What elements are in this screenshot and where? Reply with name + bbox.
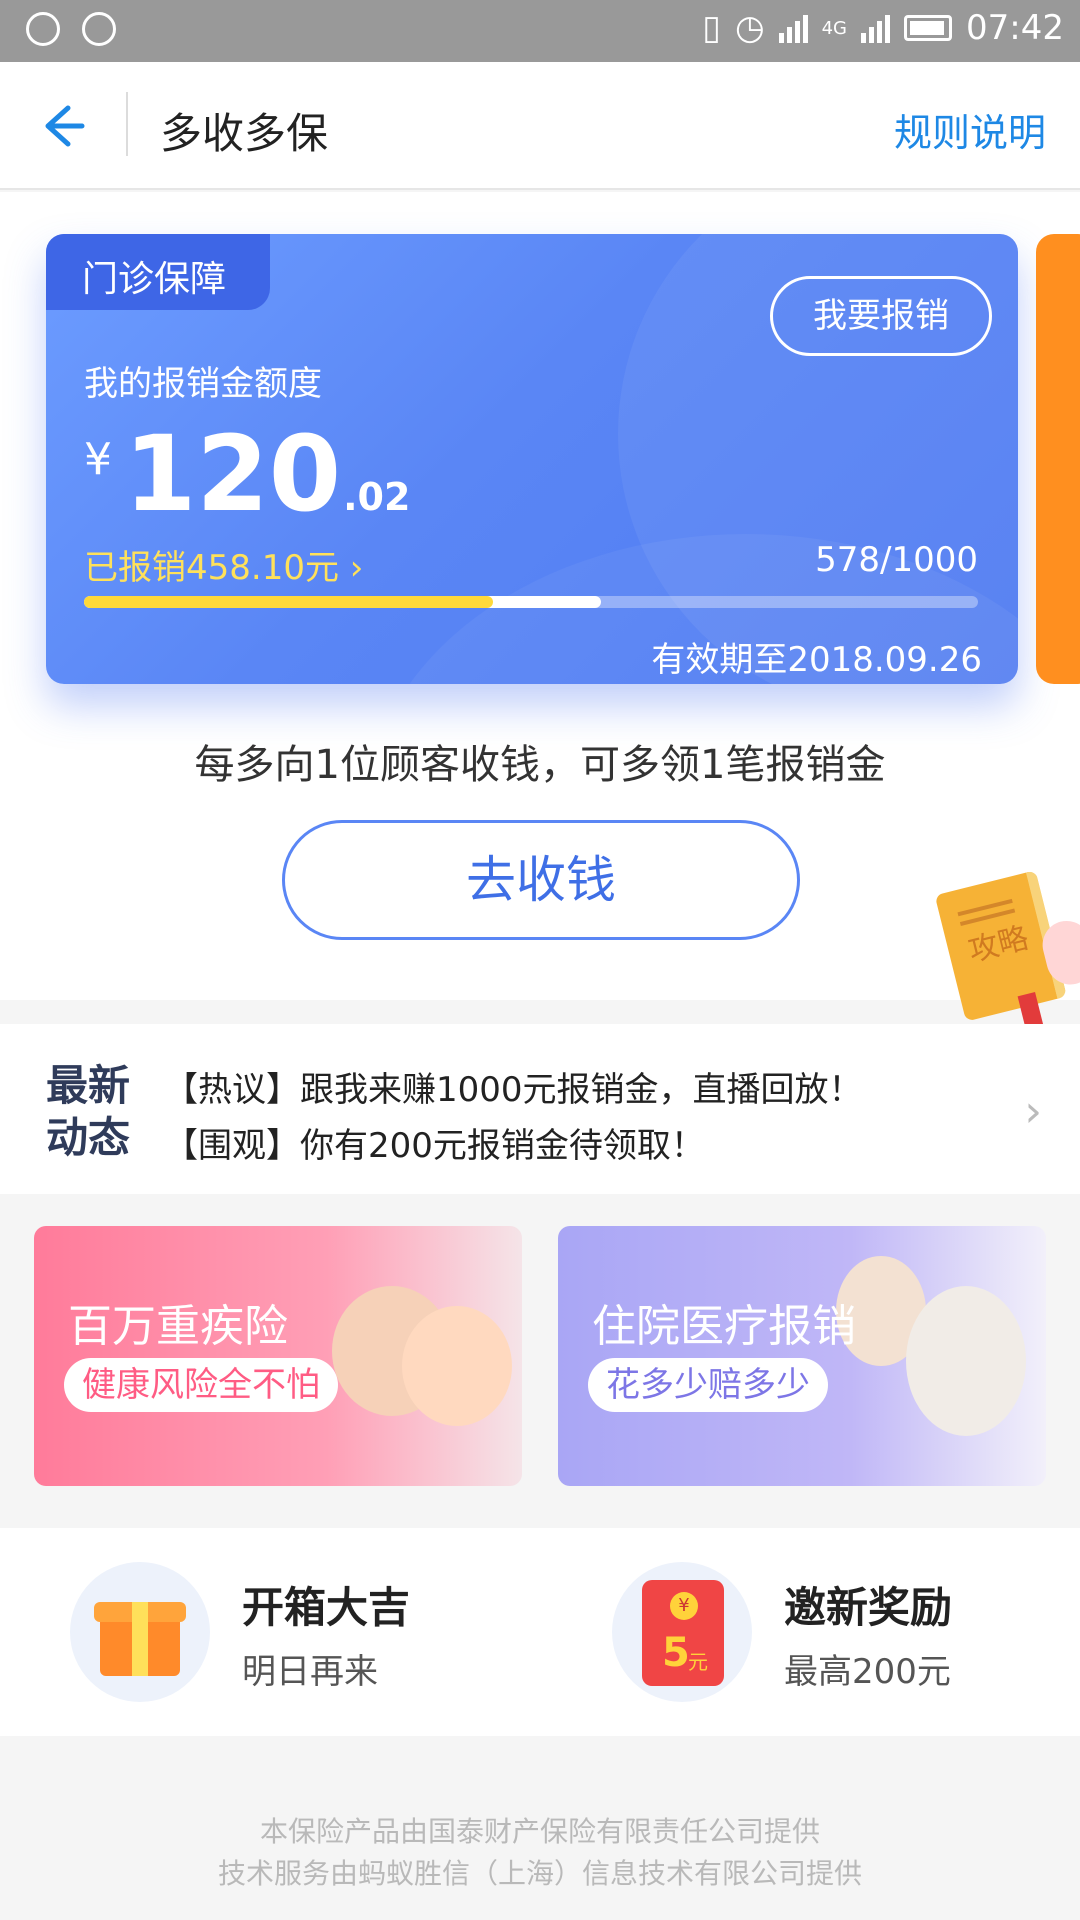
news-label-line2: 动态 (46, 1113, 131, 1162)
status-bar: ▯ ◷ 4G 07:42 (0, 0, 1080, 62)
valid-until: 有效期至2018.09.26 (651, 640, 982, 680)
amount-decimal: .02 (343, 475, 411, 519)
reward-subtitle: 最高200元 (784, 1652, 951, 1692)
status-time: 07:42 (966, 8, 1064, 48)
chat-bubble-icon (82, 12, 116, 46)
next-card-peek[interactable] (1036, 234, 1080, 684)
currency-symbol: ¥ (84, 434, 112, 485)
gift-box-ribbon (132, 1602, 148, 1676)
progress-count: 578/1000 (815, 540, 978, 580)
vibrate-off-icon: ▯ (702, 8, 721, 48)
reimbursed-text: 已报销458.10元 (84, 548, 339, 588)
reimbursed-fill (84, 596, 494, 608)
banner-subtitle: 花多少赔多少 (588, 1358, 828, 1412)
banner-title: 住院医疗报销 (592, 1301, 856, 1352)
hospital-banner[interactable]: 住院医疗报销 花多少赔多少 (558, 1226, 1046, 1486)
child-photo (402, 1306, 512, 1426)
footer-tech: 技术服务由蚂蚁胜信（上海）信息技术有限公司提供 (217, 1857, 862, 1890)
amount-integer: 120 (124, 413, 342, 535)
invite-reward[interactable]: ¥ 5 元 邀新奖励 最高200元 (612, 1562, 1072, 1702)
page-title: 多收多保 (160, 109, 329, 158)
signal-4g-icon (861, 13, 891, 43)
rules-link[interactable]: 规则说明 (894, 102, 1046, 157)
status-left (26, 12, 116, 46)
quota-amount: ¥ 120 .02 (84, 422, 410, 526)
collect-money-button[interactable]: 去收钱 (282, 820, 800, 940)
reimbursed-link[interactable]: 已报销458.10元 › (84, 540, 363, 589)
status-right: ▯ ◷ 4G 07:42 (702, 8, 1064, 48)
footer-provider: 本保险产品由国泰财产保险有限责任公司提供 (259, 1815, 820, 1848)
shield-icon (26, 12, 60, 46)
news-label: 最新 动态 (46, 1060, 130, 1164)
elder-photo (906, 1286, 1026, 1436)
back-arrow-icon[interactable] (34, 98, 90, 154)
alarm-icon: ◷ (734, 8, 765, 48)
card-tag: 门诊保障 (46, 234, 270, 310)
news-label-line1: 最新 (46, 1061, 131, 1110)
envelope-value: 5 (662, 1630, 690, 1676)
envelope-unit: 元 (688, 1650, 708, 1674)
critical-illness-banner[interactable]: 百万重疾险 健康风险全不怕 (34, 1226, 522, 1486)
banner-row: 百万重疾险 健康风险全不怕 住院医疗报销 花多少赔多少 (0, 1196, 1080, 1526)
nav-divider (126, 92, 128, 156)
chevron-right-icon[interactable]: › (1024, 1086, 1042, 1137)
news-item[interactable]: 【热议】跟我来赚1000元报销金，直播回放！ (164, 1062, 863, 1111)
footer: 本保险产品由国泰财产保险有限责任公司提供 技术服务由蚂蚁胜信（上海）信息技术有限… (0, 1738, 1080, 1920)
banner-subtitle: 健康风险全不怕 (64, 1358, 338, 1412)
open-box-reward[interactable]: 开箱大吉 明日再来 (70, 1562, 530, 1702)
outpatient-card: 门诊保障 我要报销 我的报销金额度 ¥ 120 .02 已报销458.10元 ›… (46, 234, 1018, 684)
banner-title: 百万重疾险 (68, 1301, 288, 1352)
signal-icon (778, 13, 808, 43)
news-item[interactable]: 【围观】你有200元报销金待领取！ (164, 1118, 705, 1167)
apply-reimbursement-button[interactable]: 我要报销 (770, 276, 992, 356)
news-section[interactable]: 最新 动态 【热议】跟我来赚1000元报销金，直播回放！ 【围观】你有200元报… (0, 1024, 1080, 1194)
reward-title: 开箱大吉 (242, 1583, 411, 1632)
coin-icon: ¥ (670, 1592, 698, 1620)
gift-box-icon (92, 1584, 188, 1680)
main-content: 门诊保障 我要报销 我的报销金额度 ¥ 120 .02 已报销458.10元 ›… (0, 192, 1080, 1000)
red-envelope-icon: ¥ 5 元 (642, 1580, 724, 1686)
reward-title: 邀新奖励 (784, 1583, 953, 1632)
progress-track (84, 596, 978, 608)
nav-bar: 多收多保 规则说明 (0, 62, 1080, 190)
network-type: 4G (821, 17, 848, 39)
chevron-right-icon: › (349, 548, 364, 588)
rewards-row: 开箱大吉 明日再来 ¥ 5 元 邀新奖励 最高200元 (0, 1528, 1080, 1736)
quota-label: 我的报销金额度 (84, 364, 322, 404)
battery-icon (904, 15, 953, 41)
reward-subtitle: 明日再来 (242, 1652, 378, 1692)
slogan-text: 每多向1位顾客收钱，可多领1笔报销金 (194, 742, 886, 788)
